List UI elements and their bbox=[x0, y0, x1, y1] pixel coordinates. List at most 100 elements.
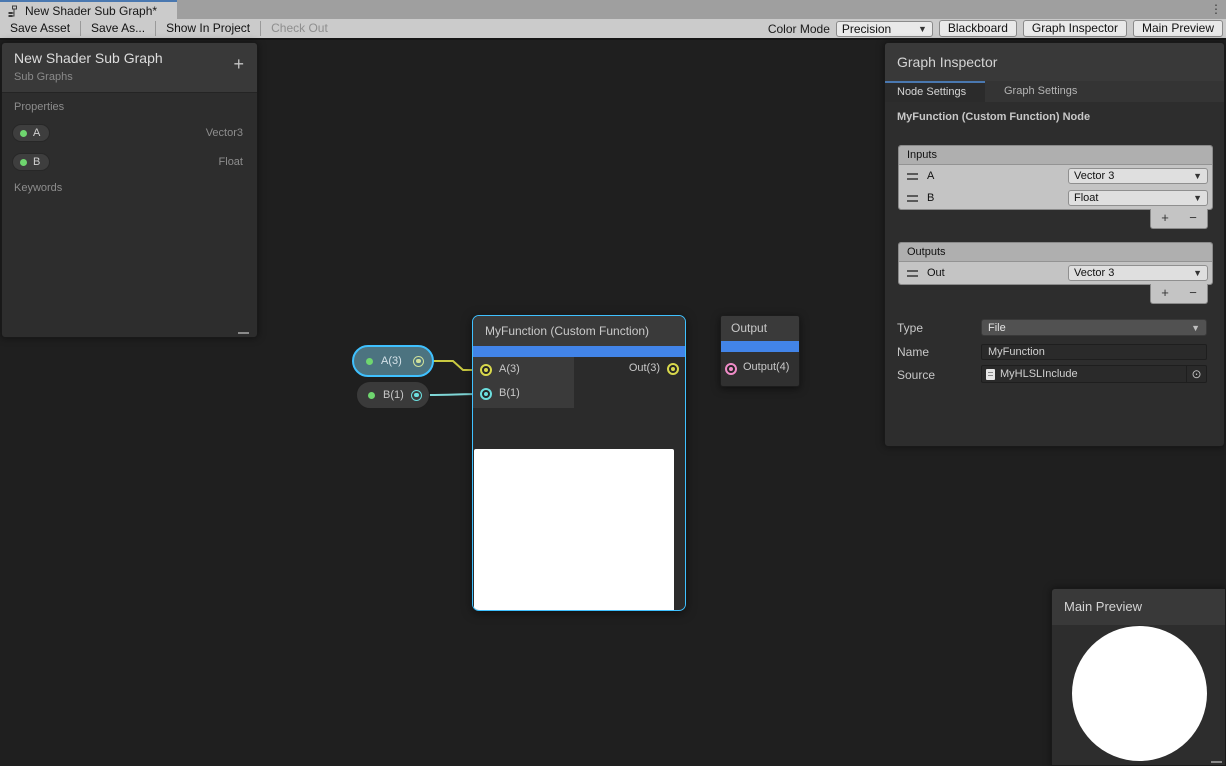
input-name: A bbox=[927, 170, 934, 182]
add-property-button[interactable]: + bbox=[233, 55, 244, 73]
blackboard-toggle-button[interactable]: Blackboard bbox=[939, 20, 1017, 37]
remove-input-button[interactable]: − bbox=[1179, 209, 1207, 228]
output-name: Out bbox=[927, 267, 945, 279]
main-toolbar: Save Asset Save As... Show In Project Ch… bbox=[0, 19, 1226, 40]
node-precision-bar bbox=[721, 341, 799, 352]
node-preview-area bbox=[474, 449, 674, 611]
output-port-label: Out(3) bbox=[629, 362, 660, 374]
tab-node-settings[interactable]: Node Settings bbox=[885, 81, 985, 102]
add-output-button[interactable]: + bbox=[1151, 284, 1179, 303]
inputs-list: Inputs A Vector 3 ▼ B Float ▼ bbox=[898, 145, 1213, 210]
chevron-down-icon: ▼ bbox=[1193, 171, 1202, 181]
input-type-value: Vector 3 bbox=[1074, 170, 1114, 182]
input-type-dropdown[interactable]: Vector 3 ▼ bbox=[1068, 168, 1208, 184]
node-body: A(3) B(1) Out(3) bbox=[473, 357, 685, 609]
blackboard-property-b[interactable]: B bbox=[12, 153, 50, 171]
input-name: B bbox=[927, 192, 934, 204]
main-preview-resize-handle[interactable] bbox=[1211, 761, 1222, 763]
tab-title: New Shader Sub Graph* bbox=[25, 4, 157, 18]
shader-graph-icon bbox=[8, 5, 20, 17]
function-input-port-b[interactable] bbox=[480, 388, 492, 400]
outputs-list: Outputs Out Vector 3 ▼ bbox=[898, 242, 1213, 285]
tab-new-shader-sub-graph[interactable]: New Shader Sub Graph* bbox=[0, 0, 177, 19]
node-title: MyFunction (Custom Function) bbox=[473, 316, 685, 346]
blackboard-header[interactable]: New Shader Sub Graph Sub Graphs + bbox=[2, 43, 257, 93]
drag-handle-icon[interactable] bbox=[907, 195, 918, 202]
outputs-row-out[interactable]: Out Vector 3 ▼ bbox=[899, 262, 1212, 284]
property-node-b[interactable]: B(1) bbox=[356, 381, 430, 409]
type-label: Type bbox=[897, 321, 923, 335]
property-b-output-port[interactable] bbox=[411, 390, 422, 401]
input-type-value: Float bbox=[1074, 192, 1098, 204]
type-dropdown[interactable]: File ▼ bbox=[981, 319, 1207, 336]
source-value: MyHLSLInclude bbox=[1000, 368, 1078, 380]
inputs-row-b[interactable]: B Float ▼ bbox=[899, 187, 1212, 209]
inspector-tab-strip: Node Settings Graph Settings bbox=[885, 81, 1224, 102]
name-field[interactable]: MyFunction bbox=[981, 344, 1207, 360]
output-node[interactable]: Output Output(4) bbox=[720, 315, 800, 387]
shader-preview-sphere[interactable] bbox=[1072, 626, 1207, 761]
property-a-output-port[interactable] bbox=[413, 356, 424, 367]
node-title: Output bbox=[721, 316, 799, 341]
function-output-port-out[interactable] bbox=[667, 363, 679, 375]
chevron-down-icon: ▼ bbox=[1193, 268, 1202, 278]
output-type-dropdown[interactable]: Vector 3 ▼ bbox=[1068, 265, 1208, 281]
tab-graph-settings[interactable]: Graph Settings bbox=[985, 81, 1077, 102]
chevron-down-icon: ▼ bbox=[1193, 193, 1202, 203]
remove-output-button[interactable]: − bbox=[1179, 284, 1207, 303]
check-out-button: Check Out bbox=[261, 19, 338, 38]
shader-graph-window: New Shader Sub Graph* ⋮ Save Asset Save … bbox=[0, 0, 1226, 766]
properties-section-label: Properties bbox=[14, 101, 64, 113]
chevron-down-icon: ▼ bbox=[918, 24, 927, 34]
custom-function-node[interactable]: MyFunction (Custom Function) A(3) B(1) O… bbox=[472, 315, 686, 611]
output-type-value: Vector 3 bbox=[1074, 267, 1114, 279]
window-tab-bar: New Shader Sub Graph* ⋮ bbox=[0, 0, 1226, 19]
exposed-property-dot bbox=[20, 159, 27, 166]
main-preview-toggle-button[interactable]: Main Preview bbox=[1133, 20, 1223, 37]
drag-handle-icon[interactable] bbox=[907, 270, 918, 277]
type-value: File bbox=[988, 322, 1006, 334]
exposed-property-dot bbox=[366, 358, 373, 365]
property-node-a[interactable]: A(3) bbox=[352, 345, 434, 377]
input-type-dropdown[interactable]: Float ▼ bbox=[1068, 190, 1208, 206]
graph-inspector-panel: Graph Inspector Node Settings Graph Sett… bbox=[884, 42, 1225, 447]
property-name: B bbox=[33, 156, 40, 168]
graph-inspector-toggle-button[interactable]: Graph Inspector bbox=[1023, 20, 1127, 37]
source-label: Source bbox=[897, 368, 935, 382]
output-node-input-port[interactable] bbox=[725, 363, 737, 375]
inputs-list-header: Inputs bbox=[899, 146, 1212, 165]
property-type-label: Float bbox=[219, 156, 243, 168]
color-mode-label: Color Mode bbox=[768, 22, 830, 36]
show-in-project-button[interactable]: Show In Project bbox=[156, 19, 260, 38]
function-input-port-a[interactable] bbox=[480, 364, 492, 376]
blackboard-resize-handle[interactable] bbox=[238, 332, 249, 334]
drag-handle-icon[interactable] bbox=[907, 173, 918, 180]
name-label: Name bbox=[897, 345, 929, 359]
outputs-list-footer: + − bbox=[1150, 284, 1208, 304]
object-picker-icon[interactable]: ⊙ bbox=[1186, 366, 1206, 382]
blackboard-property-a[interactable]: A bbox=[12, 124, 50, 142]
input-port-label: B(1) bbox=[499, 387, 520, 399]
save-as-button[interactable]: Save As... bbox=[81, 19, 155, 38]
node-precision-bar bbox=[473, 346, 685, 357]
outputs-list-header: Outputs bbox=[899, 243, 1212, 262]
chevron-down-icon: ▼ bbox=[1191, 323, 1200, 333]
color-mode-dropdown[interactable]: Precision ▼ bbox=[836, 21, 933, 37]
property-type-label: Vector3 bbox=[206, 127, 243, 139]
inputs-row-a[interactable]: A Vector 3 ▼ bbox=[899, 165, 1212, 187]
property-name: A bbox=[33, 127, 40, 139]
window-menu-icon[interactable]: ⋮ bbox=[1210, 1, 1222, 18]
blackboard-title: New Shader Sub Graph bbox=[14, 50, 245, 66]
exposed-property-dot bbox=[20, 130, 27, 137]
save-asset-button[interactable]: Save Asset bbox=[0, 19, 80, 38]
add-input-button[interactable]: + bbox=[1151, 209, 1179, 228]
exposed-property-dot bbox=[368, 392, 375, 399]
property-node-label: A(3) bbox=[381, 355, 402, 367]
color-mode-value: Precision bbox=[842, 22, 891, 36]
output-port-label: Output(4) bbox=[743, 361, 789, 373]
inputs-list-footer: + − bbox=[1150, 209, 1208, 229]
inspector-title: Graph Inspector bbox=[885, 43, 1224, 81]
keywords-section-label: Keywords bbox=[14, 182, 62, 194]
property-node-label: B(1) bbox=[383, 389, 404, 401]
source-object-field[interactable]: MyHLSLInclude ⊙ bbox=[981, 365, 1207, 383]
